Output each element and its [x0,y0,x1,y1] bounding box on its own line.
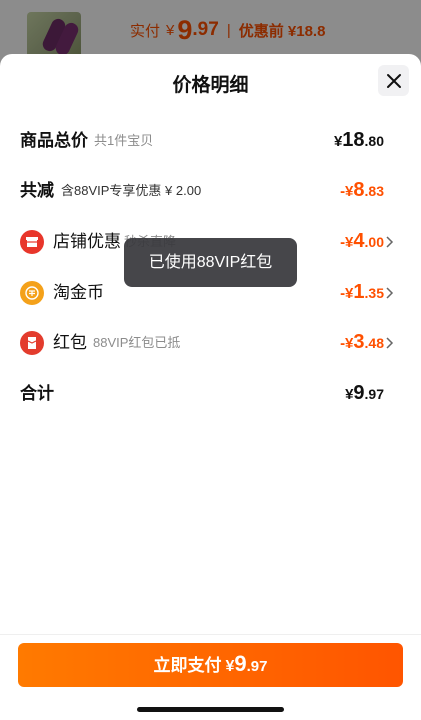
reduction-label: 共减 [20,181,54,200]
taojinbi-label: 淘金币 [53,283,104,302]
red-packet-icon [20,331,44,355]
red-packet-label: 红包 [53,333,87,352]
pay-now-dec: .97 [246,658,268,675]
close-icon [386,73,401,88]
row-goods-total: 商品总价 共1件宝贝 ¥ 18 .80 [0,125,421,157]
sum-label: 合计 [20,384,54,403]
vip-redpacket-toast: 已使用88VIP红包 [124,238,297,287]
red-packet-detail: 88VIP红包已抵 [93,335,181,350]
sum-amount: ¥ 9 .97 [345,378,384,410]
row-total-reduction: 共减 含88VIP专享优惠 ¥ 2.00 -¥ 8 .83 [0,175,421,207]
reduction-amount: -¥ 8 .83 [340,175,384,207]
pay-now-button[interactable]: 立即支付 ¥ 9 .97 [18,643,403,687]
taojinbi-coin-icon [20,281,44,305]
chevron-right-icon [386,337,394,349]
close-button[interactable] [378,65,409,96]
chevron-right-icon [386,287,394,299]
sum-int: 9 [353,382,365,404]
row-sum: 合计 ¥ 9 .97 [0,378,421,410]
reduction-int: 8 [353,179,365,201]
goods-total-label: 商品总价 [20,131,88,150]
footer-divider [0,634,421,635]
taojinbi-int: 1 [353,281,365,303]
reduction-detail: 含88VIP专享优惠 ¥ 2.00 [61,183,202,198]
shop-coupon-icon [20,230,44,254]
goods-total-count: 共1件宝贝 [94,133,154,148]
goods-total-int: 18 [342,129,365,151]
pay-now-label: 立即支付 [153,656,222,675]
reduction-prefix: -¥ [340,183,354,200]
row-red-packet[interactable]: 红包 88VIP红包已抵 -¥ 3 .48 [0,327,421,359]
taojinbi-amount: -¥ 1 .35 [340,277,384,309]
pay-now-int: 9 [234,651,247,676]
red-packet-prefix: -¥ [340,335,354,352]
shop-discount-amount: -¥ 4 .00 [340,226,384,258]
goods-total-amount: ¥ 18 .80 [334,125,384,157]
shop-discount-prefix: -¥ [340,234,354,251]
red-packet-int: 3 [353,331,365,353]
shop-discount-label: 店铺优惠 [53,232,121,251]
home-indicator[interactable] [137,707,284,712]
pay-now-currency: ¥ [225,658,235,675]
goods-total-dec: .80 [364,133,384,149]
shop-discount-int: 4 [353,230,365,252]
sheet-title: 价格明细 [172,75,249,96]
sum-currency: ¥ [345,386,354,403]
goods-total-currency: ¥ [333,133,343,150]
chevron-right-icon [386,236,394,248]
reduction-dec: .83 [364,183,384,199]
sum-dec: .97 [364,386,384,402]
taojinbi-prefix: -¥ [340,285,354,302]
red-packet-amount: -¥ 3 .48 [340,327,384,359]
